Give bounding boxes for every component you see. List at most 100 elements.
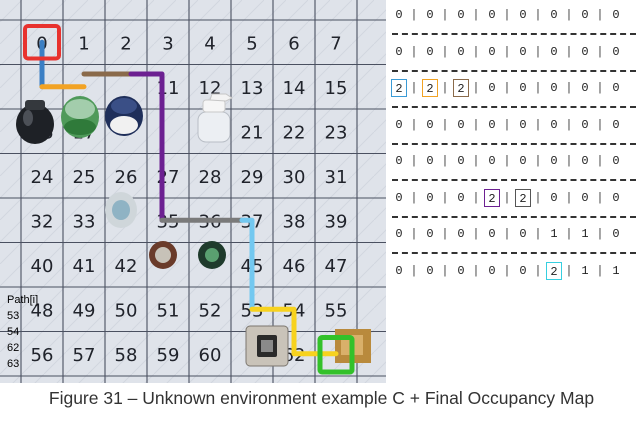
column-separator: | <box>596 117 604 132</box>
grid-cell-number: 30 <box>283 167 306 188</box>
column-separator: | <box>472 227 480 241</box>
grid-cell-number: 15 <box>325 78 348 99</box>
grid-cell-number: 13 <box>241 78 264 99</box>
grid-cell-number: 1 <box>78 33 89 54</box>
row-divider <box>392 106 636 108</box>
column-separator: | <box>441 263 449 278</box>
occupancy-cell: 0 <box>395 227 403 241</box>
occupancy-cell: 0 <box>426 190 434 205</box>
row-divider <box>392 33 636 35</box>
occupancy-row: 0 | 0 | 0 | 0 | 0 | 0 | 0 | 0 <box>390 152 643 170</box>
occupancy-cell: 0 <box>519 81 527 95</box>
column-separator: | <box>410 81 418 95</box>
column-separator: | <box>565 117 573 132</box>
path-value: 62 <box>7 342 20 354</box>
grid-cell-number: 33 <box>73 211 96 232</box>
grid-cell-number: 28 <box>199 167 222 188</box>
grid-cell-number: 46 <box>283 256 306 277</box>
occupancy-cell: 2 <box>515 188 531 207</box>
column-separator: | <box>565 8 573 22</box>
grid-cell-number: 39 <box>325 211 348 232</box>
occupancy-row: 0 | 0 | 0 | 0 | 0 | 0 | 0 | 0 <box>390 116 643 134</box>
column-separator: | <box>503 263 511 278</box>
occupancy-cell: 2 <box>422 79 438 97</box>
column-separator: | <box>596 263 604 278</box>
occupancy-cell: 0 <box>488 263 496 278</box>
figure-caption: Figure 31 – Unknown environment example … <box>48 388 595 408</box>
occupancy-cell: 0 <box>550 81 558 95</box>
occupancy-cell: 0 <box>457 227 465 241</box>
occupancy-row: 0 | 0 | 0 | 0 | 0 | 1 | 1 | 0 <box>390 225 643 243</box>
grid-cell-number: 22 <box>283 122 306 143</box>
occupancy-cell: 0 <box>550 154 558 168</box>
occupancy-cell: 0 <box>519 8 527 22</box>
column-separator: | <box>596 81 604 95</box>
occupancy-cell: 0 <box>488 44 496 59</box>
column-separator: | <box>534 263 542 278</box>
path-value: 54 <box>7 326 20 338</box>
row-divider <box>392 215 636 218</box>
occupancy-cell: 2 <box>453 79 469 97</box>
column-separator: | <box>472 154 480 168</box>
occupancy-cell: 0 <box>488 227 496 241</box>
final-occupancy-map: 0 | 0 | 0 | 0 | 0 | 0 | 0 | 0 0 | 0 | 0 | 0 | 0 | 0 | 0 | 0 2 | 2 | 2 | 0 | 0 |… <box>390 0 643 383</box>
occupancy-cell: 0 <box>457 190 465 205</box>
occupancy-row: 2 | 2 | 2 | 0 | 0 | 0 | 0 | 0 <box>390 79 643 97</box>
column-separator: | <box>596 44 604 59</box>
occupancy-cell: 0 <box>550 190 558 205</box>
occupancy-cell: 0 <box>457 8 465 22</box>
occupancy-cell: 0 <box>581 117 589 132</box>
grid-cell-number: 47 <box>325 256 348 277</box>
column-separator: | <box>503 227 511 241</box>
occupancy-row: 0 | 0 | 0 | 0 | 0 | 2 | 1 | 1 <box>390 261 643 280</box>
occupancy-cell: 0 <box>519 227 527 241</box>
grid-cell-number: 38 <box>283 211 306 232</box>
column-separator: | <box>534 154 542 168</box>
column-separator: | <box>534 44 542 59</box>
occupancy-cell: 0 <box>395 8 403 22</box>
occupancy-cell: 0 <box>426 154 434 168</box>
row-divider <box>392 252 636 254</box>
occupancy-row: 0 | 0 | 0 | 0 | 0 | 0 | 0 | 0 <box>390 6 643 24</box>
occupancy-cell: 0 <box>395 263 403 278</box>
occupancy-cell: 0 <box>488 8 496 22</box>
grid-cell-number: 5 <box>246 33 257 54</box>
occupancy-cell: 0 <box>581 44 589 59</box>
grid-cell-number: 55 <box>325 300 348 321</box>
occupancy-cell: 0 <box>519 263 527 278</box>
grid-cell-number: 60 <box>199 345 222 366</box>
grid-cell-number: 52 <box>199 300 222 321</box>
path-listing: Path[i] 53 54 62 63 <box>7 292 38 372</box>
grid-cell-number: 4 <box>204 33 215 54</box>
grid-cell-number: 2 <box>120 33 131 54</box>
grid-cell-number: 25 <box>73 167 96 188</box>
occupancy-cell: 0 <box>519 44 527 59</box>
grid-cell-number: 14 <box>283 78 306 99</box>
occupancy-cell: 2 <box>546 261 562 280</box>
column-separator: | <box>441 154 449 168</box>
grid-cell-number: 32 <box>31 211 54 232</box>
column-separator: | <box>534 227 542 241</box>
grid-cell-number: 49 <box>73 300 96 321</box>
occupancy-cell: 0 <box>550 8 558 22</box>
column-separator: | <box>503 44 511 59</box>
occupancy-cell: 0 <box>426 263 434 278</box>
column-separator: | <box>503 154 511 168</box>
column-separator: | <box>410 227 418 241</box>
occupancy-cell: 0 <box>612 154 620 168</box>
occupancy-row: 0 | 0 | 0 | 0 | 0 | 0 | 0 | 0 <box>390 43 643 61</box>
row-divider <box>392 142 636 145</box>
occupancy-cell: 0 <box>519 117 527 132</box>
column-separator: | <box>565 81 573 95</box>
occupancy-cell: 0 <box>612 227 620 241</box>
column-separator: | <box>565 263 573 278</box>
column-separator: | <box>534 190 542 205</box>
column-separator: | <box>503 81 511 95</box>
occupancy-cell: 0 <box>488 154 496 168</box>
column-separator: | <box>441 44 449 59</box>
grid-cell-number: 6 <box>288 33 299 54</box>
occupancy-cell: 1 <box>581 263 589 278</box>
column-separator: | <box>503 117 511 132</box>
occupancy-cell: 0 <box>457 44 465 59</box>
column-separator: | <box>441 227 449 241</box>
